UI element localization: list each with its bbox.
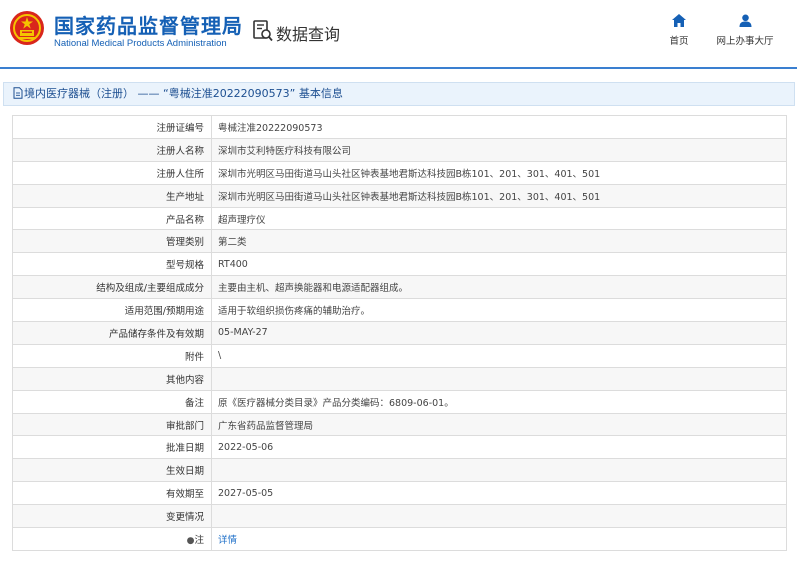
table-row: 适用范围/预期用途 适用于软组织损伤疼痛的辅助治疗。 (12, 298, 787, 323)
field-label: 产品储存条件及有效期 (12, 321, 212, 345)
brand-english-name: National Medical Products Administration (54, 38, 227, 49)
field-label: 生产地址 (12, 183, 212, 208)
field-label: 结构及组成/主要组成成分 (12, 275, 212, 300)
field-value: 适用于软组织损伤疼痛的辅助治疗。 (211, 298, 787, 323)
table-row: 其他内容 (12, 366, 787, 391)
field-value: \ (211, 343, 787, 368)
field-value: 2022-05-06 (211, 435, 787, 460)
nav-home-label: 首页 (669, 36, 689, 47)
note-value-cell: 详情 (211, 527, 787, 551)
user-icon (739, 14, 751, 27)
field-value: 主要由主机、超声换能器和电源适配器组成。 (211, 275, 787, 300)
field-value: RT400 (211, 252, 787, 277)
field-label: 有效期至 (12, 481, 212, 506)
field-label: 注册人名称 (12, 137, 212, 162)
field-value (211, 366, 787, 391)
field-label: 适用范围/预期用途 (12, 298, 212, 323)
field-value (211, 504, 787, 529)
field-label: 批准日期 (12, 435, 212, 460)
field-label: 备注 (12, 389, 212, 414)
table-row-note: ●注 详情 (12, 527, 787, 551)
nav-home[interactable]: 首页 (664, 14, 694, 47)
field-value: 原《医疗器械分类目录》产品分类编码：6809-06-01。 (211, 389, 787, 414)
table-row: 附件 \ (12, 343, 787, 368)
field-value: 深圳市光明区马田街道马山头社区钟表基地君斯达科技园B栋101、201、301、4… (211, 160, 787, 185)
field-value (211, 458, 787, 483)
detail-link[interactable]: 详情 (218, 535, 237, 546)
field-label: 型号规格 (12, 252, 212, 277)
field-label: 产品名称 (12, 206, 212, 231)
field-label: 审批部门 (12, 412, 212, 437)
table-row: 注册人名称 深圳市艾利特医疗科技有限公司 (12, 137, 787, 162)
section-title: 境内医疗器械（注册） —— “粤械注准20222090573” 基本信息 (24, 87, 343, 100)
field-value: 深圳市光明区马田街道马山头社区钟表基地君斯达科技园B栋101、201、301、4… (211, 183, 787, 208)
table-row: 产品名称 超声理疗仪 (12, 206, 787, 231)
table-row: 注册人住所 深圳市光明区马田街道马山头社区钟表基地君斯达科技园B栋101、201、… (12, 160, 787, 185)
document-icon (13, 87, 23, 99)
field-value: 第二类 (211, 229, 787, 254)
table-row: 备注 原《医疗器械分类目录》产品分类编码：6809-06-01。 (12, 389, 787, 414)
header-divider (0, 67, 797, 69)
brand-name: 国家药品监督管理局 (54, 14, 243, 38)
table-row: 批准日期 2022-05-06 (12, 435, 787, 460)
field-label: 附件 (12, 343, 212, 368)
table-row: 管理类别 第二类 (12, 229, 787, 254)
nav-service-hall-label: 网上办事大厅 (716, 36, 774, 47)
field-value: 05-MAY-27 (211, 321, 787, 345)
nav-service-hall[interactable]: 网上办事大厅 (712, 14, 778, 47)
field-label: 注册人住所 (12, 160, 212, 185)
note-label: 注 (194, 534, 204, 546)
table-row: 结构及组成/主要组成成分 主要由主机、超声换能器和电源适配器组成。 (12, 275, 787, 300)
field-label: 注册证编号 (12, 115, 212, 139)
field-value: 2027-05-05 (211, 481, 787, 506)
table-row: 变更情况 (12, 504, 787, 529)
field-label: 管理类别 (12, 229, 212, 254)
table-row: 生产地址 深圳市光明区马田街道马山头社区钟表基地君斯达科技园B栋101、201、3… (12, 183, 787, 208)
field-value: 超声理疗仪 (211, 206, 787, 231)
field-value: 深圳市艾利特医疗科技有限公司 (211, 137, 787, 162)
field-label: 变更情况 (12, 504, 212, 529)
table-row: 注册证编号 粤械注准20222090573 (12, 115, 787, 139)
table-row: 有效期至 2027-05-05 (12, 481, 787, 506)
table-row: 型号规格 RT400 (12, 252, 787, 277)
table-row: 生效日期 (12, 458, 787, 483)
page-title: 数据查询 (276, 25, 341, 44)
field-value: 广东省药品监督管理局 (211, 412, 787, 437)
note-label-cell: ●注 (12, 527, 212, 551)
basic-info-table: 注册证编号 粤械注准20222090573 注册人名称 深圳市艾利特医疗科技有限公司注… (12, 115, 787, 551)
field-label: 其他内容 (12, 366, 212, 391)
table-row: 审批部门 广东省药品监督管理局 (12, 412, 787, 437)
home-icon (672, 14, 686, 27)
section-header: 境内医疗器械（注册） —— “粤械注准20222090573” 基本信息 (3, 82, 795, 106)
field-value: 粤械注准20222090573 (211, 115, 787, 139)
national-emblem-icon[interactable] (9, 10, 45, 46)
field-label: 生效日期 (12, 458, 212, 483)
table-row: 产品储存条件及有效期 05-MAY-27 (12, 321, 787, 345)
site-header: 国家药品监督管理局 National Medical Products Admi… (0, 0, 797, 69)
data-query-icon (253, 20, 273, 42)
